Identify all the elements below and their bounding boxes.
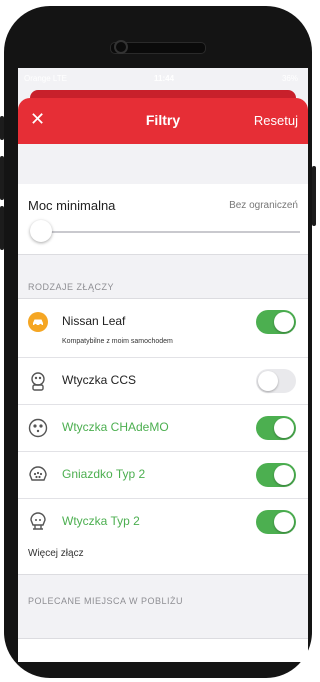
connector-name: Wtyczka CCS — [62, 373, 137, 387]
toggle-knob — [274, 312, 294, 332]
carrier-label: Orange LTE — [24, 74, 67, 83]
connector-row-type2-socket[interactable]: Gniazdko Typ 2 — [18, 452, 308, 499]
min-power-label: Moc minimalna — [28, 198, 116, 213]
mute-switch — [0, 116, 4, 140]
front-camera — [114, 40, 128, 54]
phone-frame: Orange LTE 11:44 36% ✕ Filtry Resetuj Mo… — [0, 6, 316, 678]
battery-level: 36% — [281, 74, 298, 83]
more-connectors-link[interactable]: Więcej złącz — [18, 534, 308, 575]
more-connectors-label: Więcej złącz — [28, 548, 84, 559]
filter-sheet: ✕ Filtry Resetuj Moc minimalna Bez ogran… — [18, 98, 308, 662]
min-power-slider-thumb[interactable] — [30, 220, 52, 242]
type2-plug-icon — [30, 512, 46, 530]
min-power-filter: Moc minimalna Bez ograniczeń — [18, 184, 308, 255]
toggle-knob — [258, 371, 278, 391]
clock: 11:44 — [154, 74, 175, 83]
connector-row-chademo[interactable]: Wtyczka CHAdeMO — [18, 405, 308, 452]
navigation-bar: ✕ Filtry Resetuj — [18, 98, 308, 144]
connector-toggle-type2-socket[interactable] — [256, 463, 296, 487]
connectors-section-header: RODZAJE ZŁĄCZY — [28, 282, 115, 292]
toggle-knob — [274, 512, 294, 532]
connector-row-ccs[interactable]: Wtyczka CCS — [18, 358, 308, 405]
recommended-section-header: POLECANE MIEJSCA W POBLIŻU — [28, 596, 184, 606]
connector-toggle-nissan-leaf[interactable] — [256, 310, 296, 334]
status-bar: Orange LTE 11:44 36% — [18, 68, 308, 90]
connector-name: Nissan Leaf — [62, 314, 126, 328]
connector-list: Nissan Leaf Kompatybilne z moim samochod… — [18, 298, 308, 546]
connector-name: Wtyczka CHAdeMO — [62, 420, 169, 434]
toggle-knob — [274, 418, 294, 438]
volume-up-button — [0, 156, 4, 200]
toggle-knob — [274, 465, 294, 485]
chademo-plug-icon — [28, 418, 48, 438]
connector-name: Wtyczka Typ 2 — [62, 514, 140, 528]
connector-subtitle: Kompatybilne z moim samochodem — [62, 338, 173, 345]
connector-toggle-chademo[interactable] — [256, 416, 296, 440]
recommended-list-edge — [18, 638, 308, 662]
screen: Orange LTE 11:44 36% ✕ Filtry Resetuj Mo… — [18, 68, 308, 662]
min-power-slider-track[interactable] — [40, 231, 300, 233]
type2-socket-icon — [29, 466, 47, 481]
ccs-plug-icon — [31, 372, 45, 391]
power-button — [312, 166, 316, 226]
connector-toggle-type2-plug[interactable] — [256, 510, 296, 534]
reset-button[interactable]: Resetuj — [254, 113, 298, 128]
connector-name: Gniazdko Typ 2 — [62, 467, 146, 481]
car-badge-icon — [28, 312, 48, 332]
min-power-value: Bez ograniczeń — [229, 200, 298, 211]
spacer — [18, 144, 308, 185]
connector-row-nissan-leaf[interactable]: Nissan Leaf Kompatybilne z moim samochod… — [18, 299, 308, 358]
connector-toggle-ccs[interactable] — [256, 369, 296, 393]
volume-down-button — [0, 206, 4, 250]
